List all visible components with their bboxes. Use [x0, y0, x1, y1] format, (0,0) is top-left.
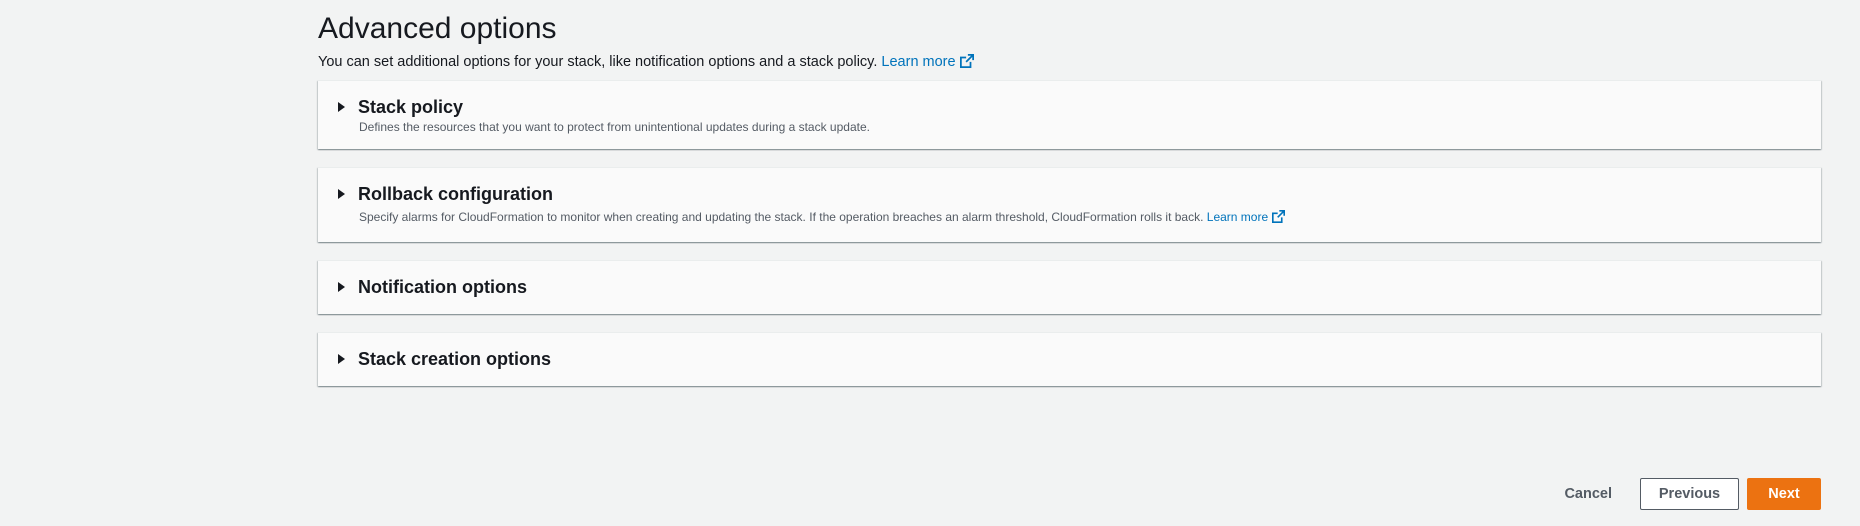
rollback-configuration-header[interactable]: Rollback configuration	[338, 182, 553, 206]
form-actions: Cancel Previous Next	[1544, 478, 1821, 510]
stack-policy-header[interactable]: Stack policy	[338, 95, 463, 119]
learn-more-label: Learn more	[881, 54, 956, 70]
rollback-learn-more-link[interactable]: Learn more	[1206, 210, 1286, 224]
caret-right-icon	[338, 189, 345, 199]
rollback-description-text: Specify alarms for CloudFormation to mon…	[359, 210, 1204, 224]
rollback-learn-more-label: Learn more	[1206, 210, 1269, 224]
learn-more-link[interactable]: Learn more	[881, 54, 974, 70]
page-description-text: You can set additional options for your …	[318, 54, 878, 70]
stack-creation-options-header[interactable]: Stack creation options	[338, 347, 551, 371]
rollback-configuration-panel[interactable]: Rollback configuration Specify alarms fo…	[318, 167, 1821, 242]
page-title: Advanced options	[318, 12, 557, 45]
stack-creation-options-title: Stack creation options	[358, 349, 552, 369]
next-button[interactable]: Next	[1747, 478, 1821, 510]
stack-policy-description: Defines the resources that you want to p…	[359, 120, 870, 134]
caret-right-icon	[338, 102, 345, 112]
caret-right-icon	[338, 354, 345, 364]
rollback-configuration-description: Specify alarms for CloudFormation to mon…	[359, 209, 1286, 225]
notification-options-header[interactable]: Notification options	[338, 275, 527, 299]
rollback-configuration-title: Rollback configuration	[358, 184, 554, 204]
external-link-icon	[959, 54, 974, 68]
previous-button[interactable]: Previous	[1640, 478, 1739, 510]
cancel-button[interactable]: Cancel	[1544, 478, 1632, 510]
notification-options-panel[interactable]: Notification options	[318, 260, 1821, 314]
page-description: You can set additional options for your …	[318, 52, 974, 72]
caret-right-icon	[338, 282, 345, 292]
notification-options-title: Notification options	[358, 277, 527, 297]
stack-creation-options-panel[interactable]: Stack creation options	[318, 332, 1821, 386]
stack-policy-panel[interactable]: Stack policy Defines the resources that …	[318, 80, 1821, 149]
external-link-icon	[1272, 210, 1286, 223]
stack-policy-title: Stack policy	[358, 97, 464, 117]
